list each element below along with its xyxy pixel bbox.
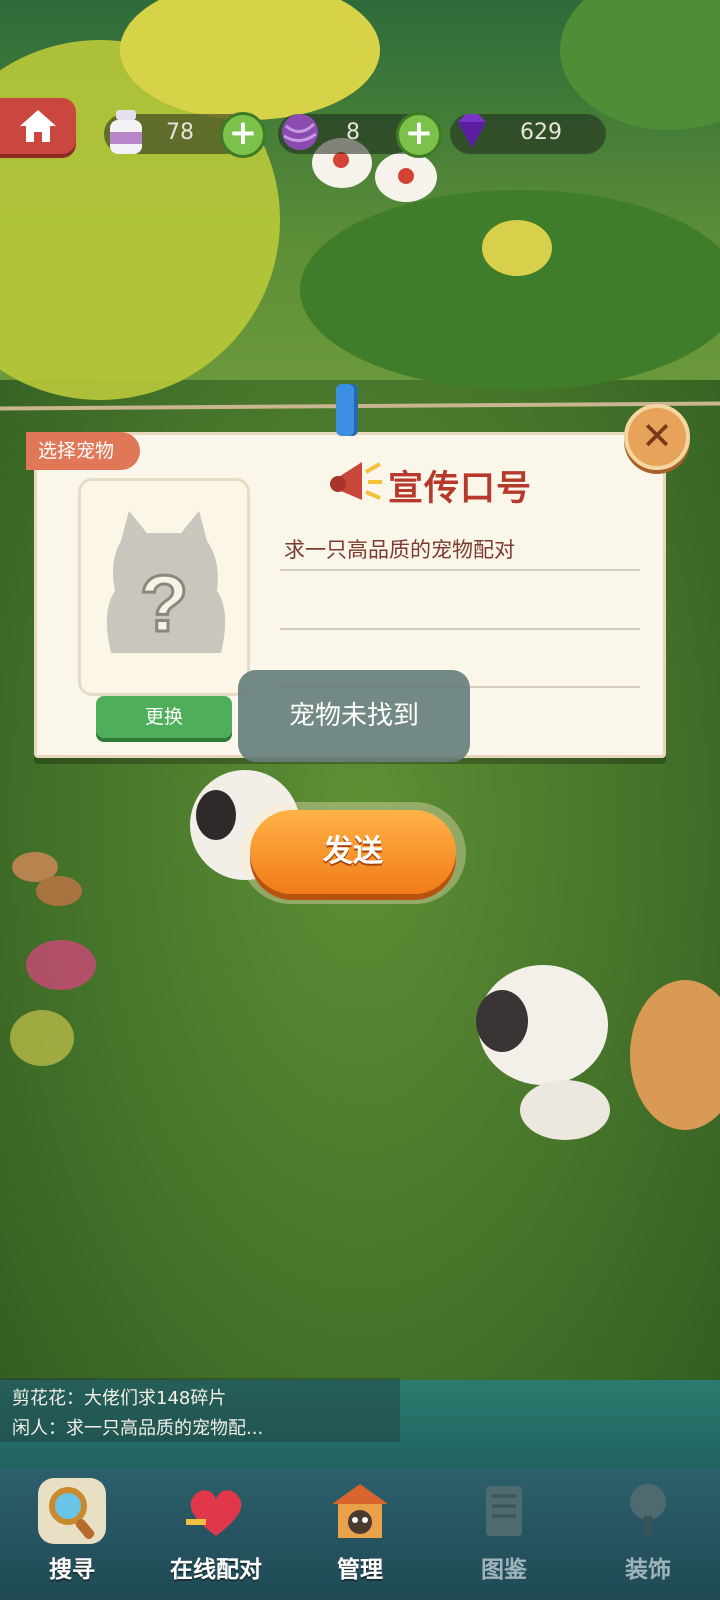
select-pet-tag: 选择宠物 [26, 432, 140, 470]
send-button[interactable]: 发送 [250, 810, 456, 894]
unknown-pet-icon: ? [106, 511, 226, 653]
home-button[interactable] [0, 98, 76, 154]
pet-not-found-toast: 宠物未找到 [238, 670, 470, 762]
book-icon [470, 1478, 538, 1544]
home-icon [20, 110, 56, 142]
nav-collection[interactable]: 图鉴 [432, 1468, 576, 1600]
add-yarn-button[interactable]: + [396, 112, 442, 158]
svg-text:?: ? [140, 559, 189, 648]
chat-message: 闲人：求一只高品质的宠物配... [12, 1418, 264, 1439]
change-pet-button[interactable]: 更换 [96, 696, 232, 738]
slogan-text[interactable]: 求一只高品质的宠物配对 [284, 534, 515, 564]
add-milk-button[interactable]: + [220, 112, 266, 158]
text-line [280, 628, 640, 630]
clothespin [336, 384, 358, 436]
slogan-title: 宣传口号 [388, 469, 533, 509]
heart-icon [182, 1478, 250, 1544]
magnifier-icon [38, 1478, 106, 1544]
pet-slot[interactable]: ? [78, 478, 250, 696]
nav-decoration[interactable]: 装饰 [576, 1468, 720, 1600]
close-icon: ✕ [641, 414, 673, 458]
nav-search[interactable]: 搜寻 [0, 1468, 144, 1600]
chat-message: 剪花花：大佬们求148碎片 [12, 1388, 227, 1409]
milk-bottle-icon [104, 108, 148, 156]
megaphone-icon [330, 462, 382, 500]
bottom-nav: 搜寻 在线配对 管理 图鉴 装饰 [0, 1468, 720, 1600]
nav-online-match[interactable]: 在线配对 [144, 1468, 288, 1600]
tree-icon [614, 1478, 682, 1544]
chat-feed[interactable]: 剪花花：大佬们求148碎片 闲人：求一只高品质的宠物配... [0, 1378, 400, 1442]
close-button[interactable]: ✕ [624, 404, 690, 470]
text-line [280, 569, 640, 571]
game-scene [0, 0, 720, 1600]
nav-manage[interactable]: 管理 [288, 1468, 432, 1600]
purple-gem-icon [450, 108, 494, 156]
pet-house-icon [326, 1478, 394, 1544]
yarn-ball-icon [278, 108, 322, 156]
